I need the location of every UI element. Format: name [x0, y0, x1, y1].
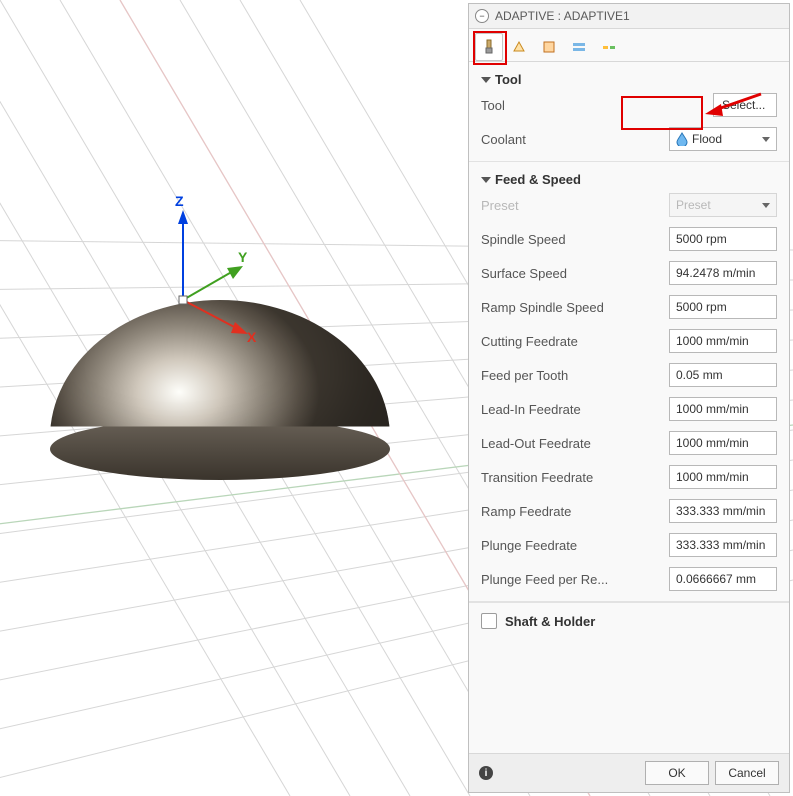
geometry-icon — [510, 38, 528, 56]
shaft-holder-title: Shaft & Holder — [505, 614, 595, 629]
feed-per-tooth-label: Feed per Tooth — [481, 368, 669, 383]
tool-section-header[interactable]: Tool — [481, 70, 777, 89]
tool-tab[interactable] — [475, 33, 503, 61]
panel-title: ADAPTIVE : ADAPTIVE1 — [495, 9, 630, 23]
preset-label: Preset — [481, 198, 669, 213]
geometry-tab[interactable] — [505, 33, 533, 61]
ramp-spindle-speed-label: Ramp Spindle Speed — [481, 300, 669, 315]
cutting-feedrate-label: Cutting Feedrate — [481, 334, 669, 349]
svg-text:X: X — [247, 329, 257, 345]
coolant-value: Flood — [692, 132, 722, 146]
shaft-holder-checkbox[interactable] — [481, 613, 497, 629]
linking-tab[interactable] — [595, 33, 623, 61]
panel-header: − ADAPTIVE : ADAPTIVE1 — [469, 4, 789, 29]
tool-section: Tool Tool Select... Coolant Flood — [469, 62, 789, 162]
info-icon[interactable]: i — [479, 766, 493, 780]
tool-section-title: Tool — [495, 72, 521, 87]
chevron-down-icon — [481, 77, 491, 83]
linking-icon — [600, 38, 618, 56]
ramp-feedrate-input[interactable] — [669, 499, 777, 523]
cutting-feedrate-input[interactable] — [669, 329, 777, 353]
adaptive-panel: − ADAPTIVE : ADAPTIVE1 Tool Tool Select.… — [468, 3, 790, 793]
tool-label: Tool — [481, 98, 713, 113]
cancel-button[interactable]: Cancel — [715, 761, 779, 785]
chevron-down-icon — [762, 203, 770, 208]
droplet-icon — [676, 132, 688, 146]
surface-speed-input[interactable] — [669, 261, 777, 285]
feed-section-header[interactable]: Feed & Speed — [481, 170, 777, 189]
passes-icon — [570, 38, 588, 56]
feed-section-title: Feed & Speed — [495, 172, 581, 187]
preset-dropdown: Preset — [669, 193, 777, 217]
leadin-feedrate-label: Lead-In Feedrate — [481, 402, 669, 417]
leadout-feedrate-label: Lead-Out Feedrate — [481, 436, 669, 451]
plunge-feed-rev-label: Plunge Feed per Re... — [481, 572, 669, 587]
ramp-spindle-speed-input[interactable] — [669, 295, 777, 319]
tool-select-button[interactable]: Select... — [713, 93, 777, 117]
plunge-feedrate-label: Plunge Feedrate — [481, 538, 669, 553]
coolant-dropdown[interactable]: Flood — [669, 127, 777, 151]
heights-tab[interactable] — [535, 33, 563, 61]
passes-tab[interactable] — [565, 33, 593, 61]
plunge-feed-rev-input[interactable] — [669, 567, 777, 591]
chevron-down-icon — [762, 137, 770, 142]
tab-strip — [469, 29, 789, 62]
feed-speed-section: Feed & Speed Preset Preset Spindle Speed… — [469, 162, 789, 602]
surface-speed-label: Surface Speed — [481, 266, 669, 281]
leadin-feedrate-input[interactable] — [669, 397, 777, 421]
leadout-feedrate-input[interactable] — [669, 431, 777, 455]
shaft-holder-section[interactable]: Shaft & Holder — [469, 602, 789, 639]
transition-feedrate-input[interactable] — [669, 465, 777, 489]
svg-text:Y: Y — [238, 249, 248, 265]
transition-feedrate-label: Transition Feedrate — [481, 470, 669, 485]
plunge-feedrate-input[interactable] — [669, 533, 777, 557]
preset-value: Preset — [676, 198, 711, 212]
collapse-icon[interactable]: − — [475, 9, 489, 23]
feed-per-tooth-input[interactable] — [669, 363, 777, 387]
panel-footer: i OK Cancel — [469, 753, 789, 792]
tool-icon — [480, 38, 498, 56]
heights-icon — [540, 38, 558, 56]
chevron-down-icon — [481, 177, 491, 183]
coolant-label: Coolant — [481, 132, 669, 147]
spindle-speed-label: Spindle Speed — [481, 232, 669, 247]
ok-button[interactable]: OK — [645, 761, 709, 785]
svg-text:Z: Z — [175, 193, 184, 209]
ramp-feedrate-label: Ramp Feedrate — [481, 504, 669, 519]
spindle-speed-input[interactable] — [669, 227, 777, 251]
